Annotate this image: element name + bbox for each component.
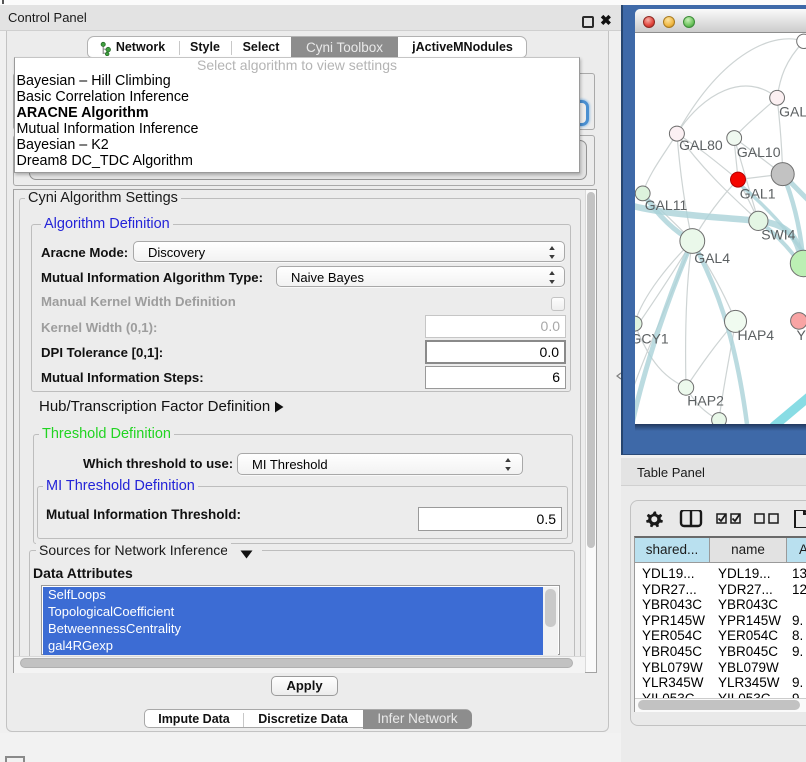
svg-text:HAP4: HAP4: [738, 327, 775, 343]
svg-text:GAL11: GAL11: [645, 197, 688, 213]
svg-text:Y: Y: [797, 327, 806, 343]
svg-text:HAP2: HAP2: [687, 392, 724, 408]
svg-text:GAL4: GAL4: [694, 250, 730, 266]
svg-text:GAL80: GAL80: [679, 137, 723, 153]
svg-text:GAL10: GAL10: [737, 144, 781, 160]
svg-text:GAL7: GAL7: [779, 103, 806, 119]
svg-text:GCY1: GCY1: [635, 331, 669, 347]
svg-text:GAL1: GAL1: [740, 185, 776, 201]
svg-text:SWI4: SWI4: [761, 226, 795, 242]
